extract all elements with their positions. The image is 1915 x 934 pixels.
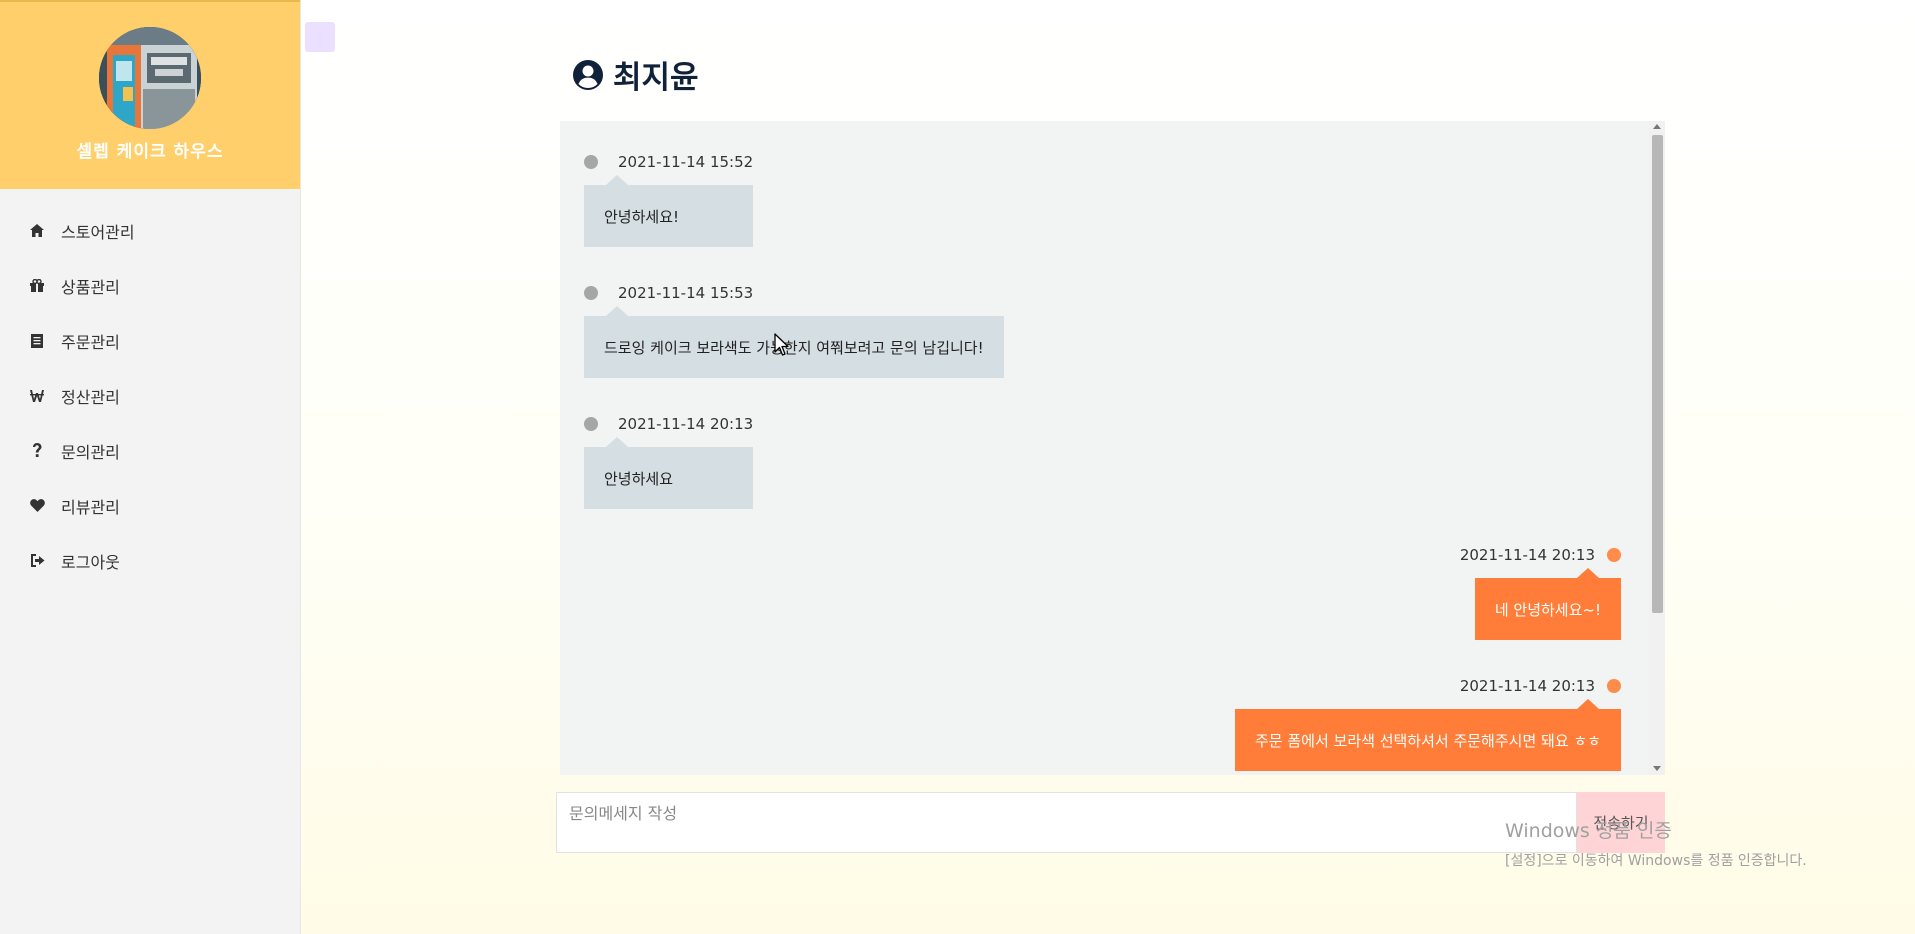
message-time: 2021-11-14 20:13 — [1459, 546, 1595, 564]
sidebar-item-label: 상품관리 — [61, 277, 120, 297]
sidebar-item-label: 스토어관리 — [61, 222, 135, 242]
sidebar-item-label: 문의관리 — [61, 442, 120, 462]
document-icon — [29, 333, 45, 349]
sidebar-item-orders[interactable]: 주문관리 — [0, 313, 300, 368]
question-icon — [29, 443, 45, 459]
message-time: 2021-11-14 15:53 — [618, 284, 754, 302]
sidebar-item-label: 리뷰관리 — [61, 497, 120, 517]
store-avatar — [99, 27, 201, 129]
shop-name: 셀렙 케이크 하우스 — [76, 142, 224, 162]
sidebar: 셀렙 케이크 하우스 스토어관리 상품관리 주문관리 정산관리 문의관리 리뷰관… — [0, 0, 301, 934]
message-item: 2021-11-14 20:13 주문 폼에서 보라색 선택하셔서 주문해주시면… — [1234, 677, 1621, 771]
sidebar-item-logout[interactable]: 로그아웃 — [0, 533, 300, 588]
message-meta: 2021-11-14 20:13 — [1235, 677, 1621, 695]
logout-icon — [29, 553, 45, 569]
message-meta: 2021-11-14 20:13 — [1460, 546, 1621, 564]
message-meta: 2021-11-14 15:52 — [584, 153, 753, 171]
message-compose: 전송하기 — [556, 792, 1665, 853]
watermark-title: Windows 정품 인증 — [1505, 820, 1672, 842]
chat-messages-panel[interactable]: 2021-11-14 15:52 안녕하세요! 2021-11-14 15:53… — [560, 121, 1665, 775]
sender-dot — [1607, 679, 1621, 693]
message-bubble: 안녕하세요! — [584, 175, 754, 247]
message-time: 2021-11-14 20:13 — [618, 415, 754, 433]
sidebar-item-label: 주문관리 — [61, 332, 120, 352]
sidebar-toggle-button[interactable] — [305, 22, 335, 52]
sender-dot — [584, 417, 598, 431]
message-item: 2021-11-14 15:52 안녕하세요! — [584, 153, 754, 247]
scroll-down-arrow-icon[interactable] — [1653, 766, 1661, 771]
chat-title: 최지윤 — [613, 60, 699, 96]
sidebar-item-reviews[interactable]: 리뷰관리 — [0, 478, 300, 533]
store-photo-image — [99, 27, 201, 129]
user-circle-icon — [573, 59, 603, 90]
scroll-up-arrow-icon[interactable] — [1653, 124, 1661, 129]
message-bubble: 드로잉 케이크 보라색도 가능한지 여쭤보려고 문의 남깁니다! — [584, 306, 1004, 378]
sidebar-item-settlement[interactable]: 정산관리 — [0, 368, 300, 423]
message-meta: 2021-11-14 20:13 — [584, 415, 753, 433]
message-bubble: 주문 폼에서 보라색 선택하셔서 주문해주시면 돼요 ㅎㅎ — [1234, 699, 1621, 771]
scroll-thumb[interactable] — [1652, 135, 1663, 613]
chat-header: 최지윤 — [572, 52, 699, 97]
message-bubble: 안녕하세요 — [584, 437, 754, 509]
message-input[interactable] — [556, 792, 1577, 853]
message-bubble: 네 안녕하세요~! — [1474, 568, 1621, 640]
sidebar-item-label: 로그아웃 — [61, 552, 120, 572]
message-time: 2021-11-14 20:13 — [1459, 677, 1595, 695]
mouse-cursor-icon — [774, 333, 789, 356]
gift-icon — [29, 278, 45, 294]
chat-scrollbar[interactable] — [1649, 121, 1665, 775]
sidebar-item-label: 정산관리 — [61, 387, 120, 407]
message-item: 2021-11-14 20:13 네 안녕하세요~! — [1460, 546, 1621, 640]
message-meta: 2021-11-14 15:53 — [584, 284, 1004, 302]
sender-dot — [584, 286, 598, 300]
sidebar-item-store[interactable]: 스토어관리 — [0, 203, 300, 258]
message-item: 2021-11-14 15:53 드로잉 케이크 보라색도 가능한지 여쭤보려고… — [584, 284, 1004, 378]
sidebar-menu: 스토어관리 상품관리 주문관리 정산관리 문의관리 리뷰관리 로그아웃 — [0, 189, 300, 588]
message-item: 2021-11-14 20:13 안녕하세요 — [584, 415, 754, 509]
sidebar-item-inquiries[interactable]: 문의관리 — [0, 423, 300, 478]
store-brand: 셀렙 케이크 하우스 — [0, 0, 300, 189]
message-time: 2021-11-14 15:52 — [618, 153, 754, 171]
heart-icon — [29, 498, 45, 514]
watermark-subtitle: [설정]으로 이동하여 Windows를 정품 인증합니다. — [1505, 853, 1807, 869]
won-icon — [29, 388, 45, 404]
home-icon — [29, 223, 45, 239]
sender-dot — [584, 155, 598, 169]
sender-dot — [1607, 548, 1621, 562]
windows-activation-watermark: Windows 정품 인증 [설정]으로 이동하여 Windows를 정품 인증… — [1505, 816, 1807, 870]
sidebar-item-products[interactable]: 상품관리 — [0, 258, 300, 313]
